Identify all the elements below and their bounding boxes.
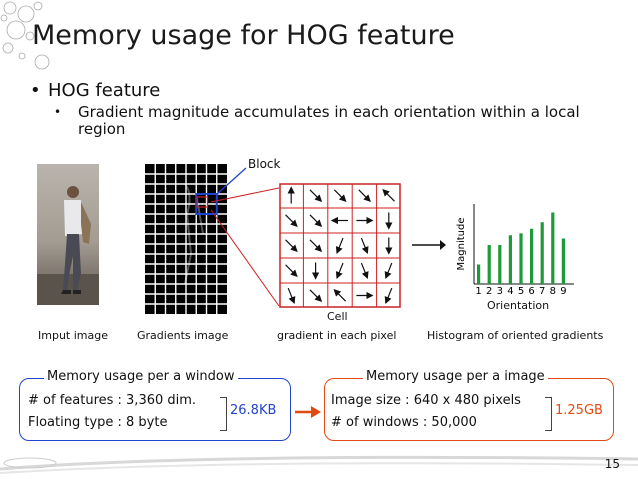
hog-histogram: Magnitude 1 2 3 4 5 6 7 8 9	[456, 204, 574, 296]
image-box-title: Memory usage per a image	[363, 369, 548, 384]
x-tick-label: 5	[518, 286, 524, 296]
caption-gradients-image: Gradients image	[137, 329, 229, 342]
bullet-level2-text: Gradient magnitude accumulates in each o…	[78, 103, 580, 138]
x-tick-label: 6	[528, 286, 534, 296]
x-tick-label: 7	[539, 286, 545, 296]
window-float-line: Floating type : 8 byte	[28, 415, 168, 430]
window-bracket	[220, 397, 227, 431]
x-tick-label: 3	[497, 286, 503, 296]
histogram-bar	[530, 228, 534, 284]
cell-label: Cell	[327, 310, 348, 323]
bullet-level2: • Gradient magnitude accumulates in each…	[54, 104, 614, 138]
window-memory-box: Memory usage per a window # of features …	[19, 369, 291, 441]
caption-pixel-gradient: gradient in each pixel	[277, 329, 397, 342]
bottom-decoration	[0, 455, 638, 474]
histogram-bar	[519, 233, 523, 284]
caption-input-image: Imput image	[38, 329, 108, 342]
bullet-dot: •	[54, 105, 62, 119]
histogram-bar	[508, 235, 512, 284]
cell-gradient-grid	[279, 183, 401, 308]
histogram-bar	[540, 222, 544, 284]
image-result: 1.25GB	[555, 403, 603, 418]
histogram-bar	[498, 245, 502, 284]
x-tick-label: 4	[507, 286, 513, 296]
caption-histogram: Histogram of oriented gradients	[427, 329, 604, 342]
image-windows-line: # of windows : 50,000	[331, 415, 477, 430]
input-image	[37, 164, 99, 305]
x-tick-label: 2	[486, 286, 492, 296]
image-memory-box: Memory usage per a image Image size : 64…	[324, 369, 614, 441]
x-tick-label: 8	[550, 286, 556, 296]
bullet-dot: •	[30, 80, 41, 101]
right-arrow-icon	[295, 406, 321, 418]
histogram-bar	[487, 245, 491, 284]
window-box-title: Memory usage per a window	[44, 369, 238, 384]
bullet-level1: • HOG feature	[30, 80, 160, 101]
x-tick-label: 9	[560, 286, 566, 296]
slide-title: Memory usage for HOG feature	[32, 20, 455, 51]
image-bracket	[545, 397, 552, 431]
y-axis-label: Magnitude	[456, 218, 467, 271]
gradients-image	[145, 164, 227, 314]
window-features-line: # of features : 3,360 dim.	[28, 393, 197, 408]
histogram-bar	[551, 212, 555, 284]
histogram-bar	[477, 264, 481, 284]
window-result: 26.8KB	[230, 403, 277, 418]
bullet-level1-text: HOG feature	[48, 80, 161, 101]
x-tick-label: 1	[475, 286, 481, 296]
histogram-bar	[561, 238, 565, 284]
block-label: Block	[248, 157, 281, 171]
page-number: 15	[604, 457, 620, 471]
right-arrow-icon	[412, 240, 446, 250]
orientation-axis-label: Orientation	[487, 299, 550, 312]
image-size-line: Image size : 640 x 480 pixels	[331, 393, 521, 408]
